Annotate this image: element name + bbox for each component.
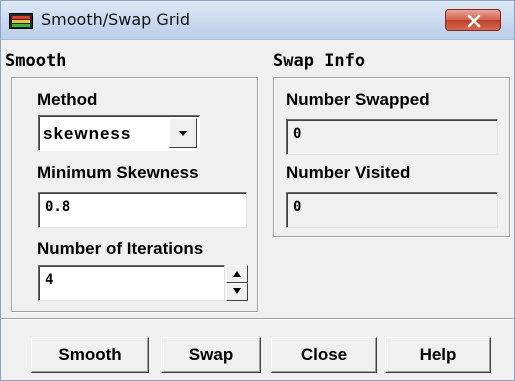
chevron-down-icon	[179, 131, 187, 136]
window-title: Smooth/Swap Grid	[41, 10, 190, 29]
iterations-increment[interactable]	[226, 265, 248, 283]
number-visited-label: Number Visited	[286, 163, 411, 182]
number-swapped-value: 0	[293, 126, 302, 142]
iterations-input[interactable]: 4	[38, 265, 225, 301]
number-visited-field: 0	[286, 192, 498, 228]
method-select[interactable]: skewness	[38, 115, 200, 151]
iterations-value: 4	[45, 272, 54, 288]
method-dropdown-button[interactable]	[169, 118, 197, 148]
help-button[interactable]: Help	[385, 337, 491, 373]
spin-down-icon	[233, 288, 241, 294]
iterations-decrement[interactable]	[226, 283, 248, 301]
min-skewness-value: 0.8	[45, 199, 71, 215]
min-skewness-input[interactable]: 0.8	[38, 192, 247, 228]
iterations-stepper[interactable]	[226, 265, 248, 301]
number-swapped-field: 0	[286, 119, 498, 155]
swap-info-section-label: Swap Info	[273, 51, 366, 71]
swap-button[interactable]: Swap	[161, 337, 261, 373]
app-icon	[9, 13, 33, 29]
number-visited-value: 0	[293, 199, 302, 215]
button-separator	[1, 318, 514, 320]
smooth-swap-dialog: Smooth/Swap Grid Smooth Method skewness …	[0, 0, 515, 381]
number-swapped-label: Number Swapped	[286, 90, 430, 109]
smooth-button[interactable]: Smooth	[31, 337, 149, 373]
title-bar[interactable]: Smooth/Swap Grid	[1, 1, 514, 40]
method-label: Method	[37, 90, 98, 109]
close-button[interactable]: Close	[271, 337, 377, 373]
window-close-button[interactable]	[445, 9, 501, 31]
method-value: skewness	[43, 124, 132, 143]
min-skewness-label: Minimum Skewness	[37, 163, 199, 182]
spin-up-icon	[233, 271, 241, 277]
iterations-label: Number of Iterations	[37, 239, 204, 258]
smooth-section-label: Smooth	[5, 51, 67, 71]
close-icon	[467, 14, 481, 28]
